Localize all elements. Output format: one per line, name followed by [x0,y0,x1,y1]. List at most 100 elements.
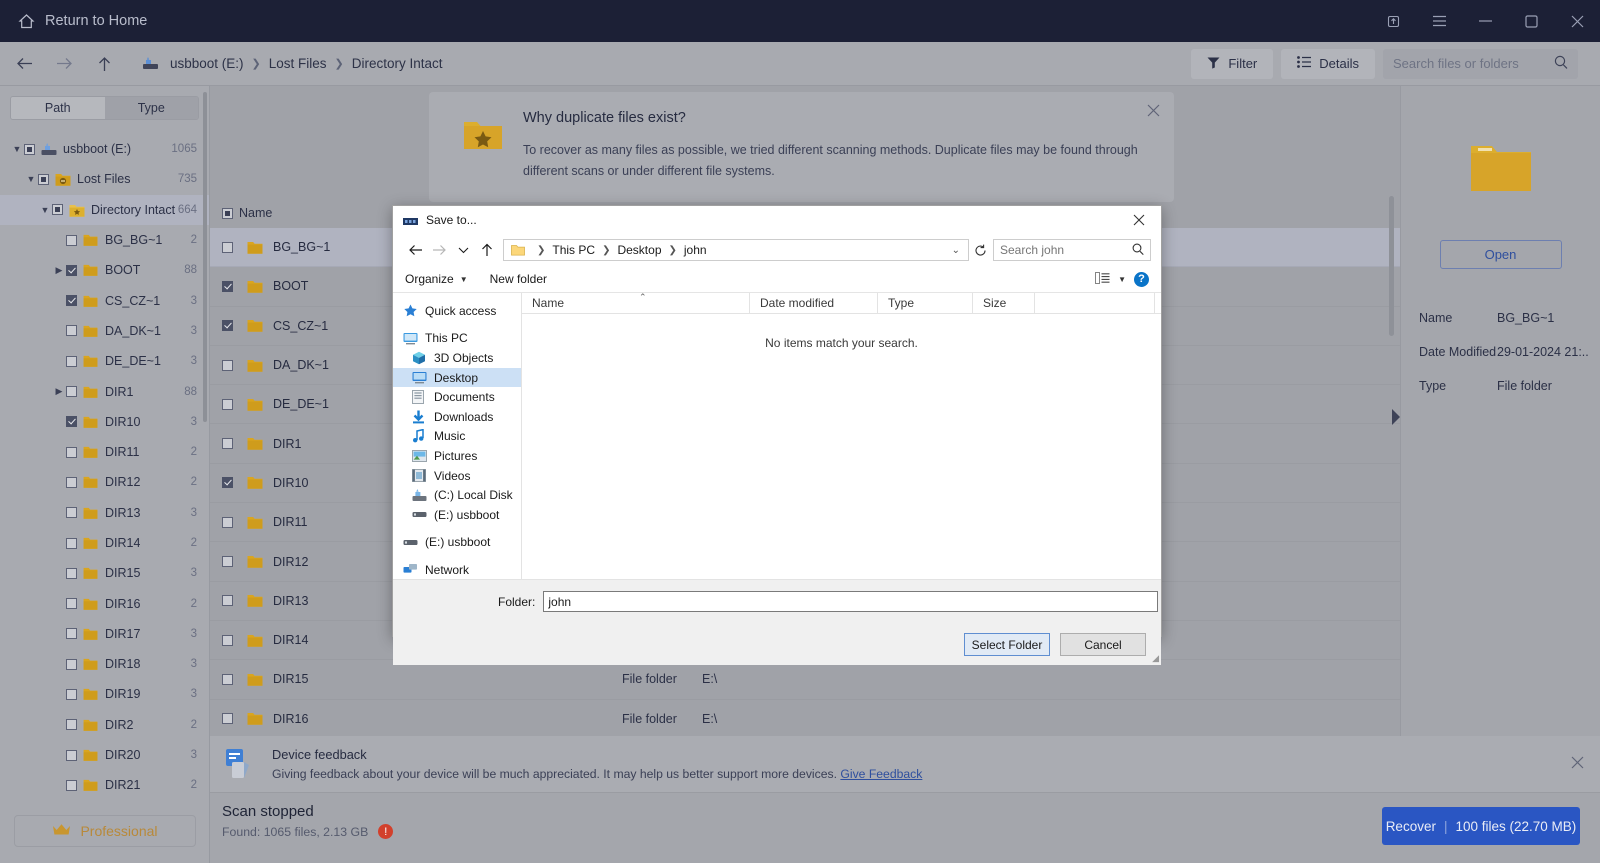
organize-menu[interactable]: Organize ▼ [405,272,468,286]
dialog-breadcrumb-item-0[interactable]: This PC [552,243,595,257]
dialog-column-date-modified[interactable]: Date modified [750,292,878,314]
chevron-down-icon[interactable]: ▼ [38,205,52,215]
file-row-checkbox[interactable] [222,241,233,253]
chevron-down-icon[interactable]: ⌄ [952,245,964,256]
nav-item-desktop[interactable]: Desktop [393,367,521,388]
tree-item-checkbox[interactable] [66,386,77,398]
tree-item-dir17[interactable]: DIR17 3 [0,619,209,649]
return-to-home-button[interactable]: Return to Home [18,13,147,30]
nav-item-e-usbboot[interactable]: (E:) usbboot [393,533,521,553]
tree-item-checkbox[interactable] [66,446,77,458]
file-row-checkbox[interactable] [222,477,233,489]
tree-item-checkbox[interactable] [66,507,77,519]
select-folder-button[interactable]: Select Folder [964,633,1050,656]
file-row-checkbox[interactable] [222,359,233,371]
nav-item-e-usbboot[interactable]: (E:) usbboot [393,505,521,525]
dialog-breadcrumb-item-2[interactable]: john [684,243,707,257]
tree-item-checkbox[interactable] [66,658,77,670]
professional-badge[interactable]: Professional [14,815,196,847]
tree-item-dir12[interactable]: DIR12 2 [0,467,209,497]
nav-item-this-pc[interactable]: This PC [393,329,521,349]
tree-item-boot[interactable]: ▶ BOOT 88 [0,255,209,285]
tree-item-checkbox[interactable] [66,416,77,428]
dialog-address-bar[interactable]: ❯ This PC ❯ Desktop ❯ john ⌄ [503,239,969,261]
file-list-scrollbar[interactable] [1389,196,1394,336]
breadcrumb-item-2[interactable]: Directory Intact [352,56,443,71]
tree-item-dir11[interactable]: DIR11 2 [0,437,209,467]
forward-icon[interactable] [48,48,80,80]
file-row-checkbox[interactable] [222,320,233,332]
tree-item-checkbox[interactable] [52,204,63,216]
tab-type[interactable]: Type [104,97,198,119]
menu-icon[interactable] [1416,0,1462,42]
breadcrumb-item-0[interactable]: usbboot (E:) [170,56,244,71]
tree-item-checkbox[interactable] [66,719,77,731]
folder-input[interactable]: john [543,591,1159,612]
chevron-right-icon[interactable]: ▶ [52,265,66,276]
dialog-column-name[interactable]: Name [522,292,750,314]
select-all-checkbox[interactable] [222,207,233,219]
tree-item-checkbox[interactable] [66,688,77,700]
tree-item-checkbox[interactable] [66,779,77,791]
tree-item-dir16[interactable]: DIR16 2 [0,588,209,618]
tree-item-checkbox[interactable] [66,537,77,549]
tree-item-bg-bg-1[interactable]: BG_BG~1 2 [0,225,209,255]
tree-item-dir1[interactable]: ▶ DIR1 88 [0,376,209,406]
tree-item-dir2[interactable]: DIR2 2 [0,710,209,740]
file-row-checkbox[interactable] [222,280,233,292]
dialog-up-icon[interactable] [475,238,499,262]
nav-item-downloads[interactable]: Downloads [393,407,521,427]
file-row-checkbox[interactable] [222,713,233,725]
help-icon[interactable]: ? [1134,271,1149,287]
close-icon[interactable] [1554,0,1600,42]
table-row[interactable]: DIR16 File folder E:\ [210,700,1400,736]
dialog-column-size[interactable]: Size [973,292,1035,314]
dialog-forward-icon[interactable] [427,238,451,262]
dialog-refresh-icon[interactable] [969,239,991,261]
resize-grip-icon[interactable]: ◢ [1152,653,1159,664]
nav-item-pictures[interactable]: Pictures [393,446,521,466]
chevron-down-icon[interactable]: ▼ [1118,275,1126,284]
new-folder-button[interactable]: New folder [490,272,547,286]
tree-item-checkbox[interactable] [66,598,77,610]
nav-item-network[interactable]: Network [393,560,521,580]
nav-item-3d-objects[interactable]: 3D Objects [393,348,521,368]
tree-item-dir20[interactable]: DIR20 3 [0,740,209,770]
tree-item-checkbox[interactable] [66,749,77,761]
chevron-down-icon[interactable]: ▼ [24,174,38,184]
filter-button[interactable]: Filter [1191,48,1274,79]
give-feedback-link[interactable]: Give Feedback [840,767,922,781]
nav-item-quick-access[interactable]: Quick access [393,301,521,321]
tree-item-checkbox[interactable] [66,234,77,246]
up-icon[interactable] [88,48,120,80]
file-row-checkbox[interactable] [222,673,233,685]
view-mode-icon[interactable] [1095,271,1110,287]
tree-item-dir18[interactable]: DIR18 3 [0,649,209,679]
tree-item-checkbox[interactable] [66,325,77,337]
file-row-checkbox[interactable] [222,516,233,528]
details-button[interactable]: Details [1281,48,1375,79]
tree-item-directory-intact[interactable]: ▼ Directory Intact 664 [0,194,209,225]
tree-item-checkbox[interactable] [66,264,77,276]
file-row-checkbox[interactable] [222,634,233,646]
open-button[interactable]: Open [1439,240,1562,269]
tree-item-dir14[interactable]: DIR14 2 [0,528,209,558]
dialog-recent-locations-icon[interactable] [451,238,475,262]
sidebar-scrollbar[interactable] [203,92,207,422]
dialog-breadcrumb-item-1[interactable]: Desktop [617,243,661,257]
tree-item-checkbox[interactable] [66,476,77,488]
breadcrumb-item-1[interactable]: Lost Files [269,56,327,71]
chevron-down-icon[interactable]: ▼ [10,144,24,154]
upload-icon[interactable] [1370,0,1416,42]
tree-item-dir19[interactable]: DIR19 3 [0,679,209,709]
file-row-checkbox[interactable] [222,398,233,410]
tree-item-dir21[interactable]: DIR21 2 [0,770,209,800]
tree-item-dir10[interactable]: DIR10 3 [0,407,209,437]
nav-item-documents[interactable]: Documents [393,387,521,407]
nav-item-c-local-disk[interactable]: (C:) Local Disk [393,485,521,505]
tree-item-da-dk-1[interactable]: DA_DK~1 3 [0,316,209,346]
dialog-search-input[interactable]: Search john [993,239,1151,261]
tree-item-de-de-1[interactable]: DE_DE~1 3 [0,346,209,376]
file-row-checkbox[interactable] [222,595,233,607]
nav-item-music[interactable]: Music [393,427,521,447]
